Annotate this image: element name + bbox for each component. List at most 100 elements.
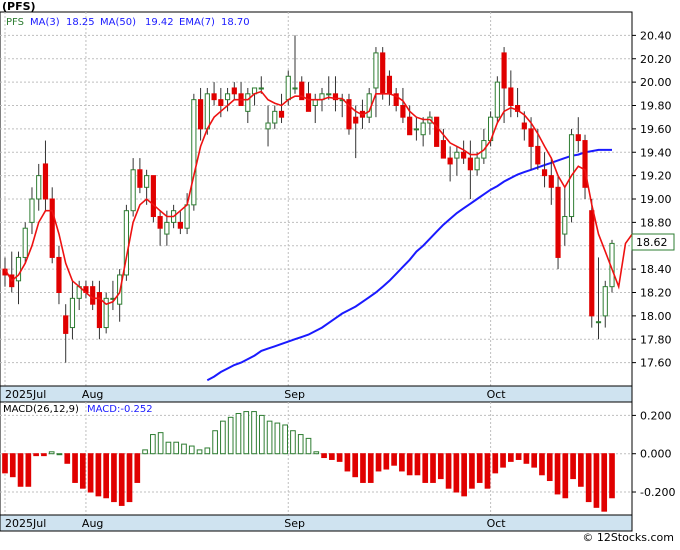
price-x-label: Aug xyxy=(82,388,103,401)
macd-bar xyxy=(445,453,452,489)
stock-chart: 17.6017.8018.0018.2018.4018.6018.8019.00… xyxy=(0,0,680,546)
macd-bar xyxy=(344,453,351,472)
macd-bar xyxy=(79,453,86,489)
candle-body xyxy=(224,93,231,101)
macd-bar xyxy=(188,445,195,455)
price-tick-label: 20.20 xyxy=(640,53,672,66)
macd-x-label: Aug xyxy=(82,517,103,530)
candle-body xyxy=(292,87,298,90)
candle-body xyxy=(204,93,210,130)
macd-bar xyxy=(204,447,211,455)
macd-bar xyxy=(484,453,491,489)
legend-ticker: PFS xyxy=(6,17,24,28)
macd-bar xyxy=(391,453,397,466)
macd-bar xyxy=(95,453,102,497)
macd-bar xyxy=(111,453,117,503)
price-tick-label: 17.80 xyxy=(640,333,672,346)
macd-bar xyxy=(329,453,335,460)
price-tick-label: 19.60 xyxy=(640,123,672,136)
macd-bar xyxy=(157,432,164,455)
macd-x-label: Oct xyxy=(487,517,507,530)
candle-body xyxy=(575,134,581,142)
macd-bar xyxy=(453,453,460,493)
candle-body xyxy=(373,52,379,89)
macd-bar xyxy=(56,453,63,456)
candle-body xyxy=(164,221,170,235)
candle-body xyxy=(197,99,204,130)
candle-body xyxy=(548,175,554,188)
macd-bar xyxy=(360,453,366,483)
candle-body xyxy=(211,93,217,101)
candle-body xyxy=(63,315,69,334)
macd-bar xyxy=(539,453,545,476)
ticker-title: (PFS) xyxy=(2,0,36,13)
macd-bar xyxy=(414,453,421,476)
candle-body xyxy=(467,157,473,171)
macd-bar xyxy=(469,453,475,489)
candle-body xyxy=(231,87,237,95)
macd-bar xyxy=(274,422,281,455)
macd-title: MACD(26,12,9) xyxy=(3,404,79,415)
macd-bar xyxy=(585,453,592,503)
candle-body xyxy=(42,163,49,200)
price-y-axis: 17.6017.8018.0018.2018.4018.6018.8019.00… xyxy=(632,29,672,370)
macd-bar xyxy=(422,453,429,483)
candle-body xyxy=(56,256,62,293)
last-price-label: 18.62 xyxy=(636,236,668,249)
candle-body xyxy=(535,145,541,165)
candle-body xyxy=(400,105,406,118)
macd-bar xyxy=(227,416,234,455)
site-credit: © 12Stocks.com xyxy=(582,531,674,544)
macd-bar xyxy=(461,453,467,497)
legend-ema7-label: EMA(7) xyxy=(179,17,215,28)
candle-body xyxy=(49,198,55,258)
candle-body xyxy=(595,321,602,324)
macd-bar xyxy=(9,453,16,478)
price-tick-label: 18.40 xyxy=(640,263,672,276)
macd-tick-label: 0.000 xyxy=(640,448,672,461)
macd-bar xyxy=(437,453,444,480)
macd-bar xyxy=(48,451,55,455)
macd-bar xyxy=(181,443,187,455)
price-x-label: Sep xyxy=(284,388,305,401)
macd-bar xyxy=(243,411,250,455)
macd-tick-label: -0.200 xyxy=(640,486,675,499)
macd-bar xyxy=(399,453,405,472)
price-tick-label: 19.80 xyxy=(640,100,672,113)
macd-bar xyxy=(336,453,343,462)
macd-bar xyxy=(593,453,600,508)
candle-body xyxy=(245,93,251,112)
candle-body xyxy=(29,198,35,223)
macd-y-axis: 0.200 0.000 -0.200 xyxy=(632,409,675,499)
macd-bar xyxy=(258,414,265,455)
macd-bar xyxy=(72,453,78,483)
macd-bar xyxy=(531,453,538,468)
candle-body xyxy=(177,221,183,229)
macd-x-label: Sep xyxy=(284,517,305,530)
macd-bar xyxy=(609,453,615,499)
macd-bar xyxy=(313,451,320,455)
candle-body xyxy=(265,122,271,130)
candle-body xyxy=(157,216,163,229)
macd-bar xyxy=(562,453,569,499)
price-tick-label: 20.00 xyxy=(640,76,672,89)
macd-bar xyxy=(367,453,374,483)
macd-bar xyxy=(64,453,71,464)
candle-body xyxy=(258,87,264,90)
candle-body xyxy=(508,87,514,106)
macd-bar xyxy=(523,453,530,464)
macd-bar xyxy=(578,453,584,487)
macd-bar xyxy=(290,430,296,455)
candle-body xyxy=(420,122,426,136)
macd-bar xyxy=(41,453,47,457)
macd-legend: MACD(26,12,9) MACD:-0.252 xyxy=(3,404,153,415)
candle-body xyxy=(461,151,467,159)
candle-body xyxy=(541,169,548,177)
candle-body xyxy=(407,116,413,136)
candle-body xyxy=(326,93,332,96)
macd-bar xyxy=(430,453,436,483)
price-tick-label: 19.20 xyxy=(640,170,672,183)
candle-body xyxy=(440,140,446,159)
macd-bar xyxy=(251,411,257,455)
candle-body xyxy=(353,116,359,124)
